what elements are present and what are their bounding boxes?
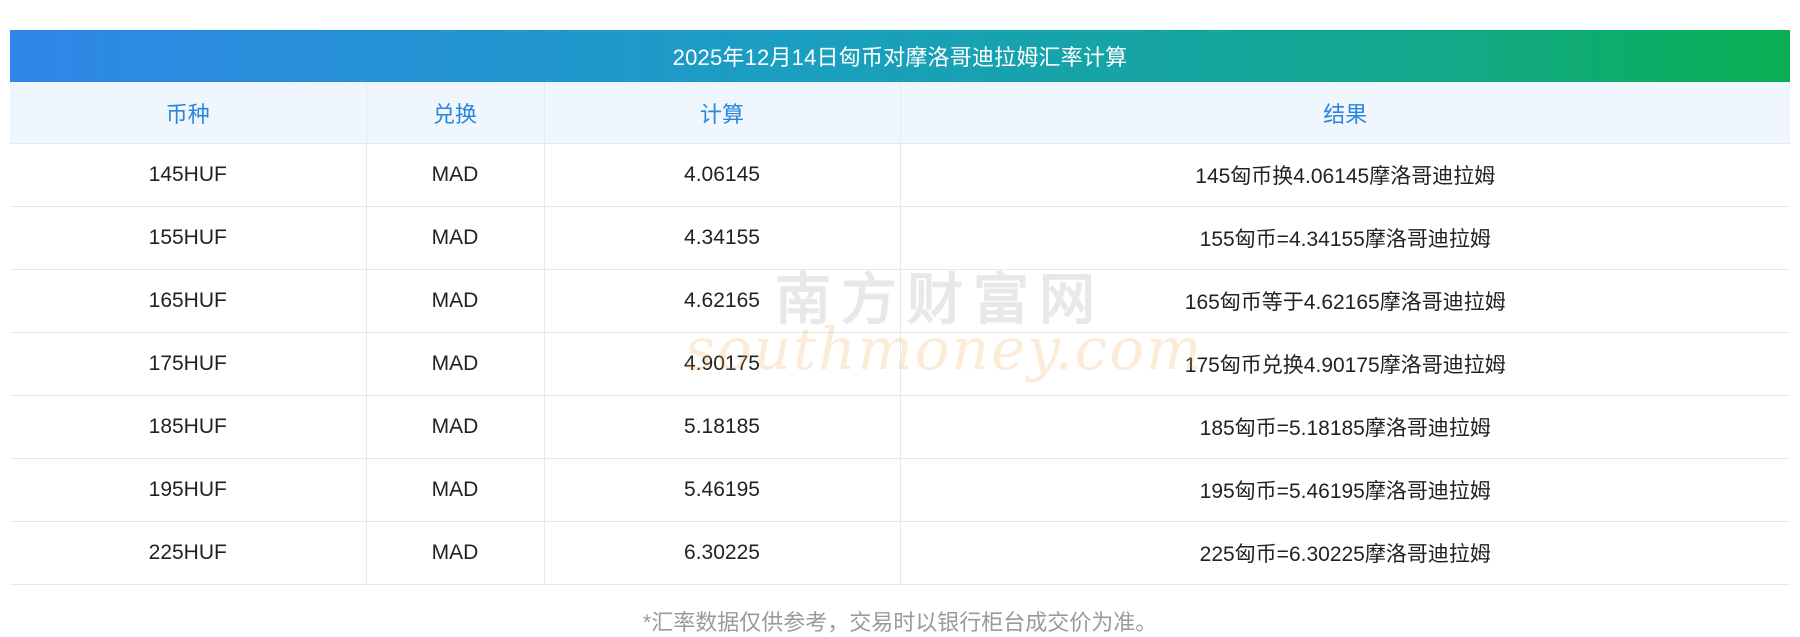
cell-target: MAD bbox=[366, 206, 545, 270]
column-header-calculation: 计算 bbox=[544, 82, 901, 144]
cell-result: 185匈币=5.18185摩洛哥迪拉姆 bbox=[900, 395, 1790, 459]
column-header-currency: 币种 bbox=[10, 82, 367, 144]
table-row: 155HUF MAD 4.34155 155匈币=4.34155摩洛哥迪拉姆 bbox=[10, 206, 1790, 270]
cell-value: 4.62165 bbox=[544, 269, 901, 333]
cell-result: 175匈币兑换4.90175摩洛哥迪拉姆 bbox=[900, 332, 1790, 396]
cell-target: MAD bbox=[366, 395, 545, 459]
cell-currency: 225HUF bbox=[10, 521, 367, 585]
exchange-rate-table: 币种 兑换 计算 结果 145HUF MAD 4.06145 145匈币换4.0… bbox=[10, 82, 1790, 585]
cell-value: 4.34155 bbox=[544, 206, 901, 270]
table-row: 165HUF MAD 4.62165 165匈币等于4.62165摩洛哥迪拉姆 bbox=[10, 269, 1790, 333]
table-row: 175HUF MAD 4.90175 175匈币兑换4.90175摩洛哥迪拉姆 bbox=[10, 332, 1790, 396]
column-header-exchange: 兑换 bbox=[366, 82, 545, 144]
cell-target: MAD bbox=[366, 269, 545, 333]
cell-result: 225匈币=6.30225摩洛哥迪拉姆 bbox=[900, 521, 1790, 585]
table-row: 185HUF MAD 5.18185 185匈币=5.18185摩洛哥迪拉姆 bbox=[10, 395, 1790, 459]
cell-result: 155匈币=4.34155摩洛哥迪拉姆 bbox=[900, 206, 1790, 270]
cell-value: 4.90175 bbox=[544, 332, 901, 396]
table-row: 225HUF MAD 6.30225 225匈币=6.30225摩洛哥迪拉姆 bbox=[10, 521, 1790, 585]
cell-currency: 155HUF bbox=[10, 206, 367, 270]
cell-target: MAD bbox=[366, 458, 545, 522]
column-header-result: 结果 bbox=[900, 82, 1790, 144]
disclaimer-footnote: *汇率数据仅供参考，交易时以银行柜台成交价为准。 bbox=[642, 610, 1158, 635]
cell-currency: 175HUF bbox=[10, 332, 367, 396]
cell-currency: 185HUF bbox=[10, 395, 367, 459]
cell-target: MAD bbox=[366, 521, 545, 585]
cell-value: 5.18185 bbox=[544, 395, 901, 459]
table-title: 2025年12月14日匈币对摩洛哥迪拉姆汇率计算 bbox=[10, 30, 1790, 82]
cell-result: 165匈币等于4.62165摩洛哥迪拉姆 bbox=[900, 269, 1790, 333]
cell-value: 5.46195 bbox=[544, 458, 901, 522]
table-row: 145HUF MAD 4.06145 145匈币换4.06145摩洛哥迪拉姆 bbox=[10, 143, 1790, 207]
rate-table-container: 2025年12月14日匈币对摩洛哥迪拉姆汇率计算 币种 兑换 计算 结果 145… bbox=[10, 30, 1790, 637]
table-row: 195HUF MAD 5.46195 195匈币=5.46195摩洛哥迪拉姆 bbox=[10, 458, 1790, 522]
cell-target: MAD bbox=[366, 143, 545, 207]
cell-currency: 195HUF bbox=[10, 458, 367, 522]
cell-value: 6.30225 bbox=[544, 521, 901, 585]
cell-currency: 165HUF bbox=[10, 269, 367, 333]
cell-result: 195匈币=5.46195摩洛哥迪拉姆 bbox=[900, 458, 1790, 522]
cell-value: 4.06145 bbox=[544, 143, 901, 207]
cell-result: 145匈币换4.06145摩洛哥迪拉姆 bbox=[900, 143, 1790, 207]
cell-target: MAD bbox=[366, 332, 545, 396]
table-header-row: 币种 兑换 计算 结果 bbox=[10, 82, 1790, 144]
cell-currency: 145HUF bbox=[10, 143, 367, 207]
